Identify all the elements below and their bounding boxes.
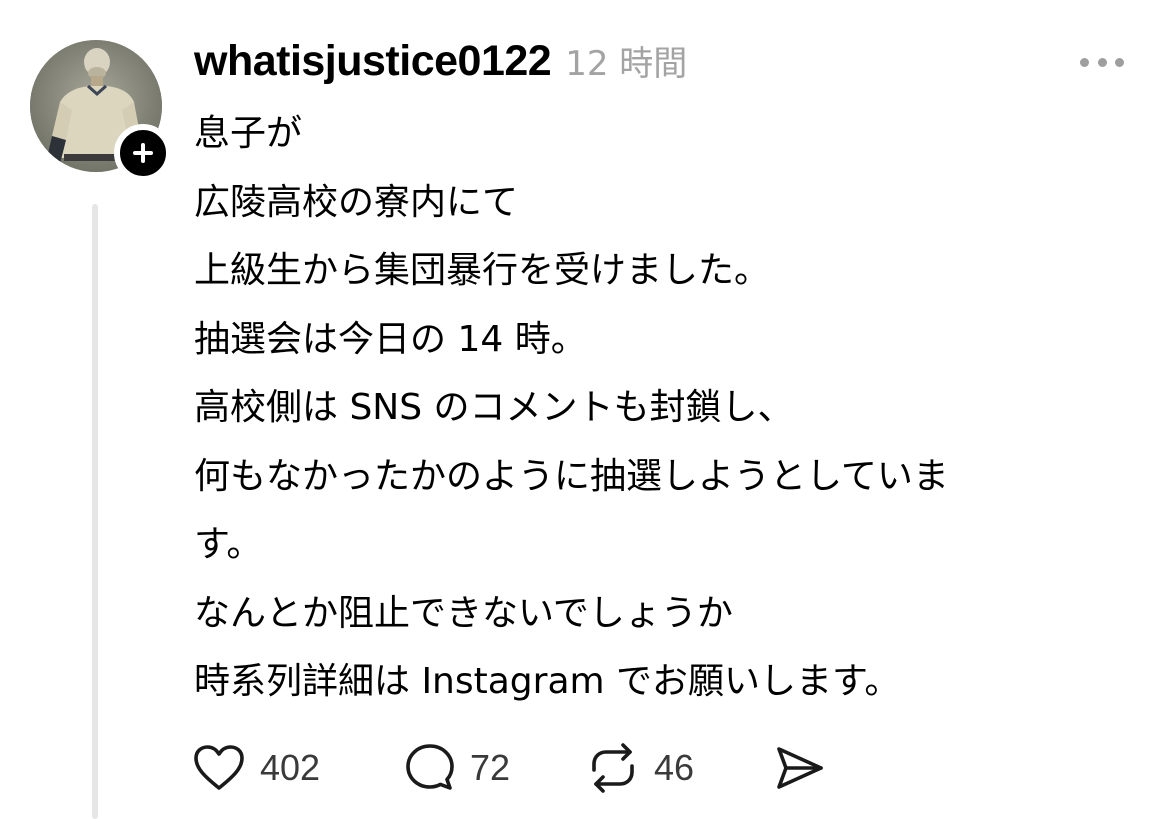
follow-button[interactable] (114, 124, 172, 182)
share-button[interactable] (774, 740, 826, 796)
reply-button[interactable]: 72 (404, 740, 510, 796)
thread-line (92, 204, 98, 819)
post-time: 12 時間 (565, 44, 688, 84)
post-body-line: 高校側は SNS のコメントも封鎖し、 (194, 387, 794, 428)
username[interactable]: whatisjustice0122 (194, 37, 552, 86)
plus-icon (133, 143, 153, 163)
post-body-line: 広陵高校の寮内にて (194, 181, 519, 223)
post-body-line: 抽選会は今日の 14 時。 (194, 318, 587, 360)
repost-icon (592, 743, 634, 793)
more-dots-icon (1115, 57, 1124, 67)
post-header: whatisjustice0122 12 時間 (194, 36, 687, 92)
post-body-line: 息子が (194, 113, 303, 154)
reply-count: 72 (470, 747, 511, 788)
repost-button[interactable]: 46 (586, 740, 694, 796)
comment-bubble-icon (406, 744, 454, 790)
post-body-line: 時系列詳細は Instagram でお願いします。 (194, 661, 901, 702)
more-dots-icon (1080, 57, 1089, 67)
like-button[interactable]: 402 (192, 740, 320, 796)
post-body-line: なんとか阻止できないでしょうか (194, 592, 733, 634)
send-icon (777, 747, 823, 789)
more-options-button[interactable] (1080, 50, 1124, 74)
more-dots-icon (1097, 57, 1107, 67)
like-count: 402 (260, 747, 321, 788)
post-body: 息子が 広陵高校の寮内にて 上級生から集団暴行を受けました。 抽選会は今日の 1… (194, 100, 1094, 717)
repost-count: 46 (654, 747, 695, 788)
action-bar: 402 72 46 (192, 740, 872, 796)
post-body-line: 何もなかったかのように抽選しようとしていま (194, 455, 949, 497)
post-body-line: す。 (194, 524, 263, 565)
heart-icon (194, 745, 244, 790)
post-body-line: 上級生から集団暴行を受けました。 (194, 250, 771, 291)
thread-post: whatisjustice0122 12 時間 息子が 広陵高校の寮内にて 上級… (0, 0, 1170, 819)
